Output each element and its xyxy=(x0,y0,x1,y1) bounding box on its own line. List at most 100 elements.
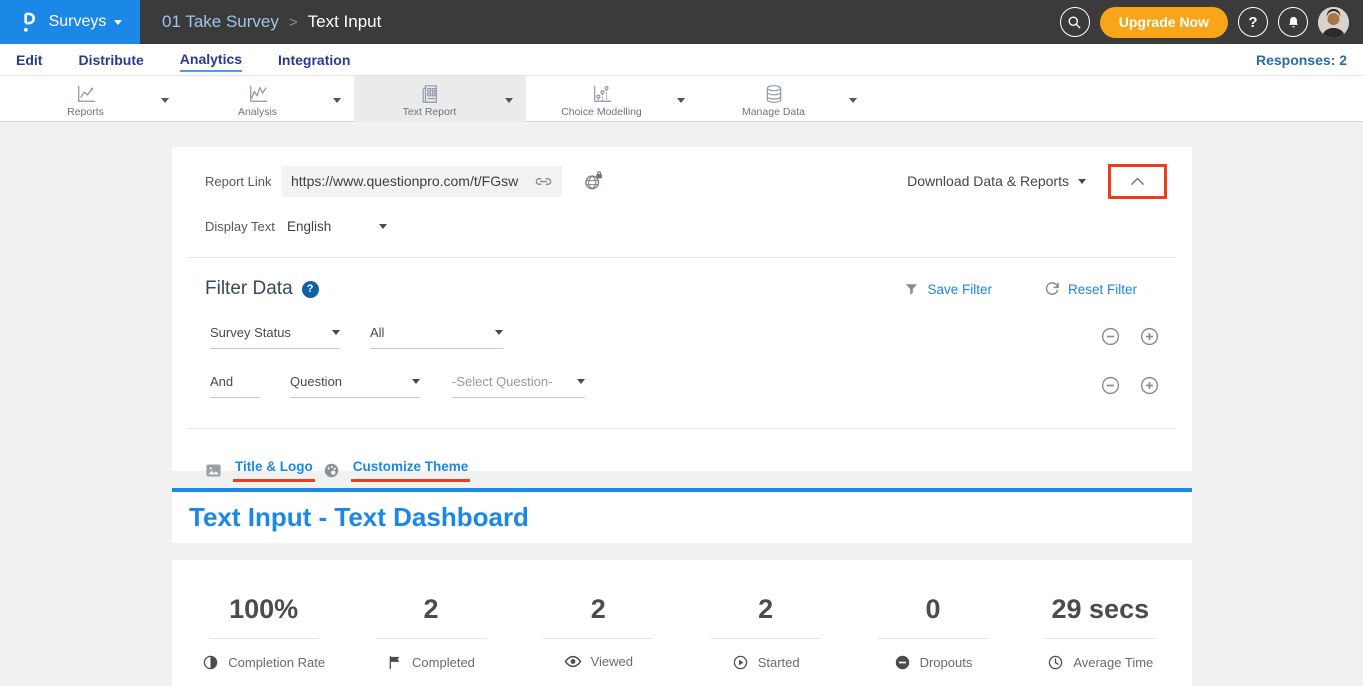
subnav-item-distribute[interactable]: Distribute xyxy=(78,48,143,71)
notifications-button[interactable] xyxy=(1278,7,1308,37)
play-circle-icon xyxy=(732,654,749,671)
reset-filter-button[interactable]: Reset Filter xyxy=(1044,281,1137,297)
area-chart-icon xyxy=(247,84,269,104)
app-switcher[interactable]: Surveys xyxy=(0,0,140,44)
filter-field-select[interactable]: Question xyxy=(290,374,420,398)
tab-reports-dropdown[interactable] xyxy=(161,90,169,108)
display-text-select[interactable]: English xyxy=(287,219,387,234)
top-header: Surveys 01 Take Survey > Text Input Upgr… xyxy=(0,0,1363,44)
dashboard-title: Text Input - Text Dashboard xyxy=(189,502,529,533)
stat-divider xyxy=(711,638,821,639)
page: Surveys 01 Take Survey > Text Input Upgr… xyxy=(0,0,1363,686)
stat-completion-rate: 100% Completion Rate xyxy=(180,560,347,686)
user-avatar[interactable] xyxy=(1318,7,1349,38)
chevron-down-icon xyxy=(495,330,503,335)
subnav-item-edit[interactable]: Edit xyxy=(16,48,42,71)
filter-row-actions xyxy=(1100,326,1160,347)
search-button[interactable] xyxy=(1060,7,1090,37)
filter-data-title: Filter Data xyxy=(205,278,293,300)
breadcrumb-survey-name[interactable]: 01 Take Survey xyxy=(162,12,279,32)
title-logo-link[interactable]: Title & Logo xyxy=(205,459,315,482)
stat-label: Viewed xyxy=(591,654,633,669)
add-condition-icon[interactable] xyxy=(1139,375,1160,396)
stat-label: Completed xyxy=(412,655,475,670)
remove-condition-icon[interactable] xyxy=(1100,375,1121,396)
filter-value-select[interactable]: All xyxy=(370,325,503,349)
header-actions: Upgrade Now ? xyxy=(1060,7,1349,38)
annotation-highlight-box xyxy=(1108,164,1167,199)
stat-divider xyxy=(376,638,486,639)
tab-label: Analysis xyxy=(238,106,277,118)
filter-operator-select[interactable]: And xyxy=(210,374,260,398)
subnav-item-integration[interactable]: Integration xyxy=(278,48,350,71)
tab-manage-data[interactable]: Manage Data xyxy=(698,76,870,122)
subnav-item-analytics[interactable]: Analytics xyxy=(180,47,242,72)
stat-viewed: 2 Viewed xyxy=(515,560,682,686)
report-link-label: Report Link xyxy=(205,174,277,189)
refresh-icon xyxy=(1044,281,1060,297)
scatter-icon xyxy=(591,84,613,104)
filter-help-icon[interactable]: ? xyxy=(302,281,319,298)
bell-icon xyxy=(1286,15,1301,30)
save-filter-button[interactable]: Save Filter xyxy=(904,282,992,297)
palette-icon xyxy=(323,462,340,479)
tab-analysis[interactable]: Analysis xyxy=(182,76,354,122)
chevron-down-icon xyxy=(1078,179,1086,184)
add-condition-icon[interactable] xyxy=(1139,326,1160,347)
avatar-photo xyxy=(1318,7,1349,38)
filter-field-value: Question xyxy=(290,374,342,389)
tab-analysis-dropdown[interactable] xyxy=(333,90,341,108)
chevron-down-icon xyxy=(577,379,585,384)
filter-field-select[interactable]: Survey Status xyxy=(210,325,340,349)
stat-divider xyxy=(209,638,319,639)
tab-text-report[interactable]: Text Report xyxy=(354,76,526,122)
filter-row-1: Survey Status All xyxy=(210,325,1160,349)
stat-divider xyxy=(1045,638,1155,639)
select-question-dropdown[interactable]: -Select Question- xyxy=(452,374,585,398)
tab-manage-data-dropdown[interactable] xyxy=(849,90,857,108)
stat-label: Started xyxy=(758,655,800,670)
responses-count[interactable]: Responses: 2 xyxy=(1256,52,1347,68)
tab-choice-modelling-dropdown[interactable] xyxy=(677,90,685,108)
stat-started: 2 Started xyxy=(682,560,849,686)
filter-actions: Save Filter Reset Filter xyxy=(904,281,1137,297)
tab-reports[interactable]: Reports xyxy=(10,76,182,122)
display-text-value: English xyxy=(287,219,331,234)
tab-choice-modelling[interactable]: Choice Modelling xyxy=(526,76,698,122)
survey-stats-card: 100% Completion Rate 2 xyxy=(172,560,1192,686)
save-filter-label: Save Filter xyxy=(927,282,992,297)
report-icon xyxy=(419,84,441,104)
minus-circle-icon xyxy=(894,654,911,671)
report-link-input[interactable]: https://www.questionpro.com/t/FGsw xyxy=(282,166,562,197)
customize-theme-link[interactable]: Customize Theme xyxy=(323,459,471,482)
public-link-button[interactable] xyxy=(583,171,604,192)
tab-text-report-dropdown[interactable] xyxy=(505,90,513,108)
app-switcher-label: Surveys xyxy=(49,13,107,31)
divider xyxy=(188,428,1176,429)
upgrade-now-button[interactable]: Upgrade Now xyxy=(1100,7,1228,38)
stat-value: 0 xyxy=(925,594,940,625)
content-area: Report Link https://www.questionpro.com/… xyxy=(0,122,1363,686)
stat-divider xyxy=(543,638,653,639)
question-mark-icon: ? xyxy=(1248,14,1257,31)
title-logo-label: Title & Logo xyxy=(233,459,315,482)
stat-value: 2 xyxy=(758,594,773,625)
funnel-icon xyxy=(904,282,919,297)
collapse-panel-button[interactable] xyxy=(1111,167,1164,196)
report-link-row: Report Link https://www.questionpro.com/… xyxy=(172,159,1192,203)
questionpro-logo-icon xyxy=(18,10,41,35)
flag-icon xyxy=(387,654,403,671)
stat-value: 29 secs xyxy=(1052,594,1150,625)
search-icon xyxy=(1067,15,1082,30)
stat-value: 100% xyxy=(229,594,298,625)
chevron-down-icon xyxy=(114,20,122,25)
help-button[interactable]: ? xyxy=(1238,7,1268,37)
display-text-label: Display Text xyxy=(205,219,277,234)
database-icon xyxy=(763,84,785,104)
stat-value: 2 xyxy=(591,594,606,625)
remove-condition-icon[interactable] xyxy=(1100,326,1121,347)
theme-row: Title & Logo Customize Theme xyxy=(172,443,1192,482)
link-icon xyxy=(534,172,553,191)
clock-icon xyxy=(1047,654,1064,671)
download-data-reports-dropdown[interactable]: Download Data & Reports xyxy=(907,173,1086,189)
